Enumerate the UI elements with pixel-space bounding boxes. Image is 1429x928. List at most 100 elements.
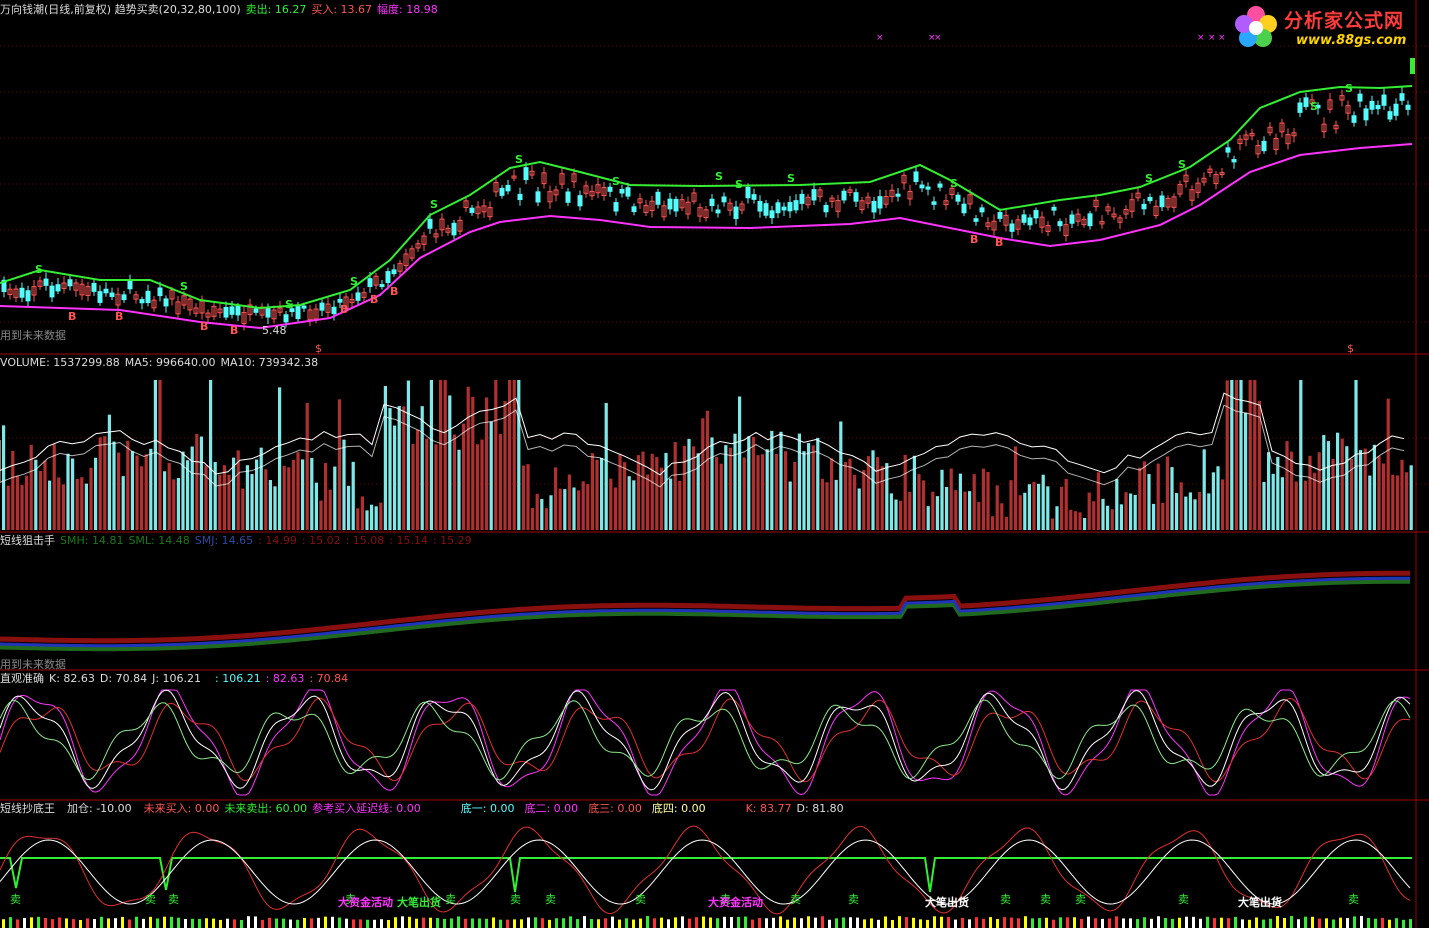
bottom-tick-bar bbox=[51, 919, 54, 928]
volume-bar bbox=[314, 482, 318, 530]
volume-bar bbox=[995, 485, 999, 530]
bottom-k-value: K: 83.77 bbox=[745, 802, 792, 815]
bottom-tick-bar bbox=[604, 918, 607, 928]
volume-bar bbox=[701, 418, 705, 530]
candle-body bbox=[145, 290, 151, 304]
bottom-tick-bar bbox=[954, 919, 957, 928]
bottom-tick-bar bbox=[1276, 916, 1279, 928]
bottom-tick-bar bbox=[1108, 918, 1111, 928]
volume-bar bbox=[977, 502, 981, 530]
volume-bar bbox=[1280, 477, 1284, 530]
volume-bar bbox=[149, 448, 153, 530]
big-money-label-1: 大资金活动 bbox=[338, 896, 393, 909]
volume-bar bbox=[535, 493, 539, 530]
volume-bar bbox=[452, 434, 456, 530]
bottom-tick-bar bbox=[205, 918, 208, 928]
volume-bar bbox=[1368, 475, 1372, 530]
volume-bar bbox=[1032, 481, 1036, 530]
bottom-tick-bar bbox=[975, 917, 978, 928]
bottom-tick-bar bbox=[1255, 917, 1258, 928]
volume-bar bbox=[1202, 449, 1206, 530]
bottom-tick-bar bbox=[947, 917, 950, 928]
candle-body bbox=[1399, 93, 1405, 101]
volume-bar bbox=[903, 454, 907, 530]
smh-value: SMH: 14.81 bbox=[60, 534, 124, 547]
candle-body bbox=[997, 212, 1003, 219]
volume-bar bbox=[512, 380, 516, 530]
bottom-tick-bar bbox=[1367, 917, 1370, 928]
bottom-tick-bar bbox=[1136, 919, 1139, 928]
bottom-tick-bar bbox=[898, 916, 901, 928]
volume-bar bbox=[1101, 498, 1105, 530]
sell-word-marker: 卖 bbox=[545, 893, 556, 906]
big-money-label-2: 大资金活动 bbox=[708, 896, 763, 909]
buy-signal-marker: B bbox=[200, 320, 208, 333]
volume-bar bbox=[1129, 493, 1133, 530]
volume-bar bbox=[1004, 516, 1008, 530]
chart-canvas[interactable]: SSSSSSS SS S S SSSSB BB BBBBB B$ $× ×× × × ×卖卖卖卖卖卖卖卖… bbox=[0, 0, 1429, 928]
sell-signal-marker: S bbox=[1145, 172, 1153, 185]
volume-bar bbox=[1391, 474, 1395, 530]
bottom-tick-bar bbox=[1073, 917, 1076, 928]
volume-bar bbox=[190, 446, 194, 530]
sell-signal-marker: S bbox=[1310, 100, 1318, 113]
buy-signal-marker: B bbox=[230, 324, 238, 337]
candle-body bbox=[823, 204, 829, 213]
bottom-tick-bar bbox=[723, 916, 726, 928]
candle-body bbox=[1363, 108, 1369, 121]
bottom-tick-bar bbox=[2, 919, 5, 928]
volume-bar bbox=[1133, 494, 1137, 530]
bottom2-value: 底二: 0.00 bbox=[524, 802, 579, 815]
bottom-tick-bar bbox=[695, 917, 698, 928]
candle-body bbox=[655, 191, 661, 205]
volume-bar bbox=[1313, 472, 1317, 530]
volume-bar bbox=[1009, 480, 1013, 530]
smj-value: SMJ: 14.65 bbox=[194, 534, 254, 547]
bottom-tick-bar bbox=[863, 919, 866, 928]
volume-bar bbox=[489, 421, 493, 530]
volume-bar bbox=[333, 466, 337, 530]
volume-bar bbox=[641, 451, 645, 530]
bottom-tick-bar bbox=[79, 919, 82, 928]
volume-bar bbox=[112, 441, 116, 530]
volume-bar bbox=[765, 449, 769, 530]
candle-body bbox=[979, 207, 985, 213]
candle-body bbox=[1297, 102, 1303, 113]
volume-bar bbox=[383, 386, 387, 530]
dollar-signal-marker: $ bbox=[1347, 342, 1354, 355]
volume-bar bbox=[1331, 458, 1335, 530]
candle-body bbox=[331, 306, 337, 315]
bottom-tick-bar bbox=[114, 918, 117, 928]
volume-bar bbox=[1285, 441, 1289, 530]
bottom-tick-bar bbox=[184, 918, 187, 928]
cross-signal-marker: × bbox=[1218, 33, 1226, 43]
volume-bar bbox=[121, 476, 125, 530]
candle-body bbox=[925, 186, 931, 190]
bottom-tick-bar bbox=[1318, 918, 1321, 928]
volume-bar bbox=[1110, 509, 1114, 530]
volume-bar bbox=[66, 453, 70, 530]
volume-bar bbox=[20, 485, 24, 530]
bottom-tick-bar bbox=[1325, 918, 1328, 928]
volume-bar bbox=[981, 468, 985, 530]
kdj-d-line bbox=[0, 697, 1411, 783]
volume-bar bbox=[43, 460, 47, 530]
candle-body bbox=[127, 280, 133, 290]
volume-bar bbox=[172, 479, 176, 530]
sniper-v5: : 15.29 bbox=[432, 534, 472, 547]
candle-body bbox=[733, 206, 739, 220]
candle-body bbox=[157, 287, 163, 297]
volume-bar bbox=[319, 500, 323, 530]
sell-signal-marker: S bbox=[612, 175, 620, 188]
volume-bar bbox=[328, 489, 332, 530]
bottom-tick-bar bbox=[765, 918, 768, 928]
volume-bar bbox=[393, 425, 397, 530]
volume-bar bbox=[250, 474, 254, 530]
lower-trend-line bbox=[0, 143, 1413, 330]
volume-bar bbox=[1230, 380, 1234, 530]
bottom-tick-bar bbox=[268, 917, 271, 928]
volume-bar bbox=[843, 462, 847, 530]
volume-bar bbox=[1382, 463, 1386, 530]
bottom-tick-bar bbox=[1080, 918, 1083, 928]
volume-bar bbox=[669, 478, 673, 530]
